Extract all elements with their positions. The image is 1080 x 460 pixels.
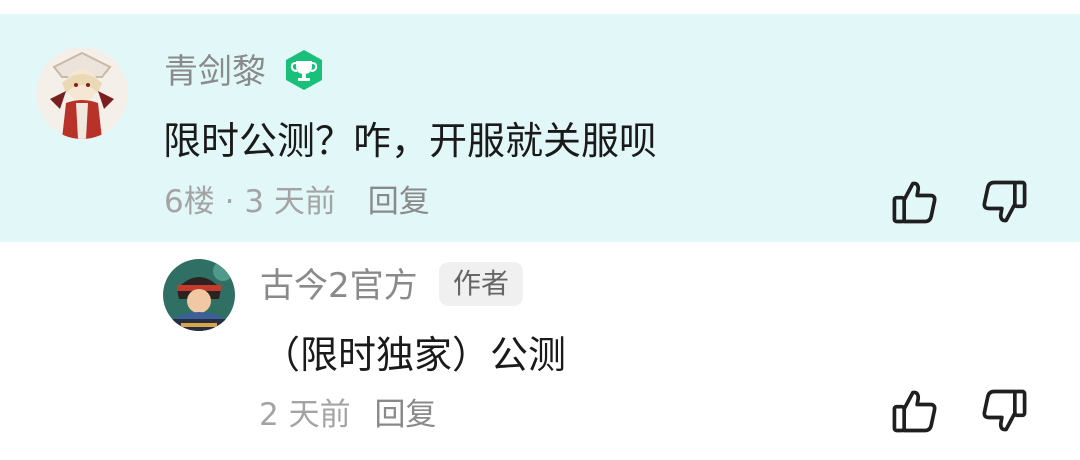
reply-button[interactable]: 回复 bbox=[368, 184, 430, 220]
author-tag: 作者 bbox=[439, 262, 524, 306]
meta-separator: · bbox=[224, 184, 235, 220]
reply-username[interactable]: 古今2官方 bbox=[260, 266, 418, 306]
reply-time: 2 天前 bbox=[259, 397, 351, 433]
thumbs-up-icon bbox=[892, 390, 937, 433]
comment-text: 限时公测？咋，开服就关服呗 bbox=[163, 119, 658, 163]
trophy-badge-icon[interactable] bbox=[283, 49, 325, 91]
reply-like-button[interactable] bbox=[889, 385, 941, 437]
thumbs-down-icon bbox=[982, 180, 1027, 223]
reply-card: 古今2官方 作者 （限时独家）公测 2 天前 回复 bbox=[0, 242, 1080, 460]
author-avatar[interactable] bbox=[163, 259, 235, 331]
thumbs-down-icon bbox=[982, 389, 1027, 432]
reply-meta: 2 天前 回复 bbox=[259, 396, 436, 434]
comment-time: 3 天前 bbox=[244, 184, 336, 220]
floor-number: 6楼 bbox=[164, 184, 215, 220]
user-avatar[interactable] bbox=[36, 47, 128, 139]
reply-dislike-button[interactable] bbox=[978, 385, 1030, 437]
reply-text: （限时独家）公测 bbox=[262, 333, 567, 377]
comment-username[interactable]: 青剑黎 bbox=[164, 52, 266, 92]
thumbs-up-icon bbox=[892, 181, 937, 224]
reply-reply-button[interactable]: 回复 bbox=[374, 397, 436, 433]
like-button[interactable] bbox=[889, 176, 941, 228]
comment-card: 青剑黎 限时公测？咋，开服就关服呗 6楼 · 3 天前 回复 bbox=[0, 14, 1080, 242]
comment-meta: 6楼 · 3 天前 回复 bbox=[164, 183, 430, 221]
dislike-button[interactable] bbox=[978, 176, 1030, 228]
